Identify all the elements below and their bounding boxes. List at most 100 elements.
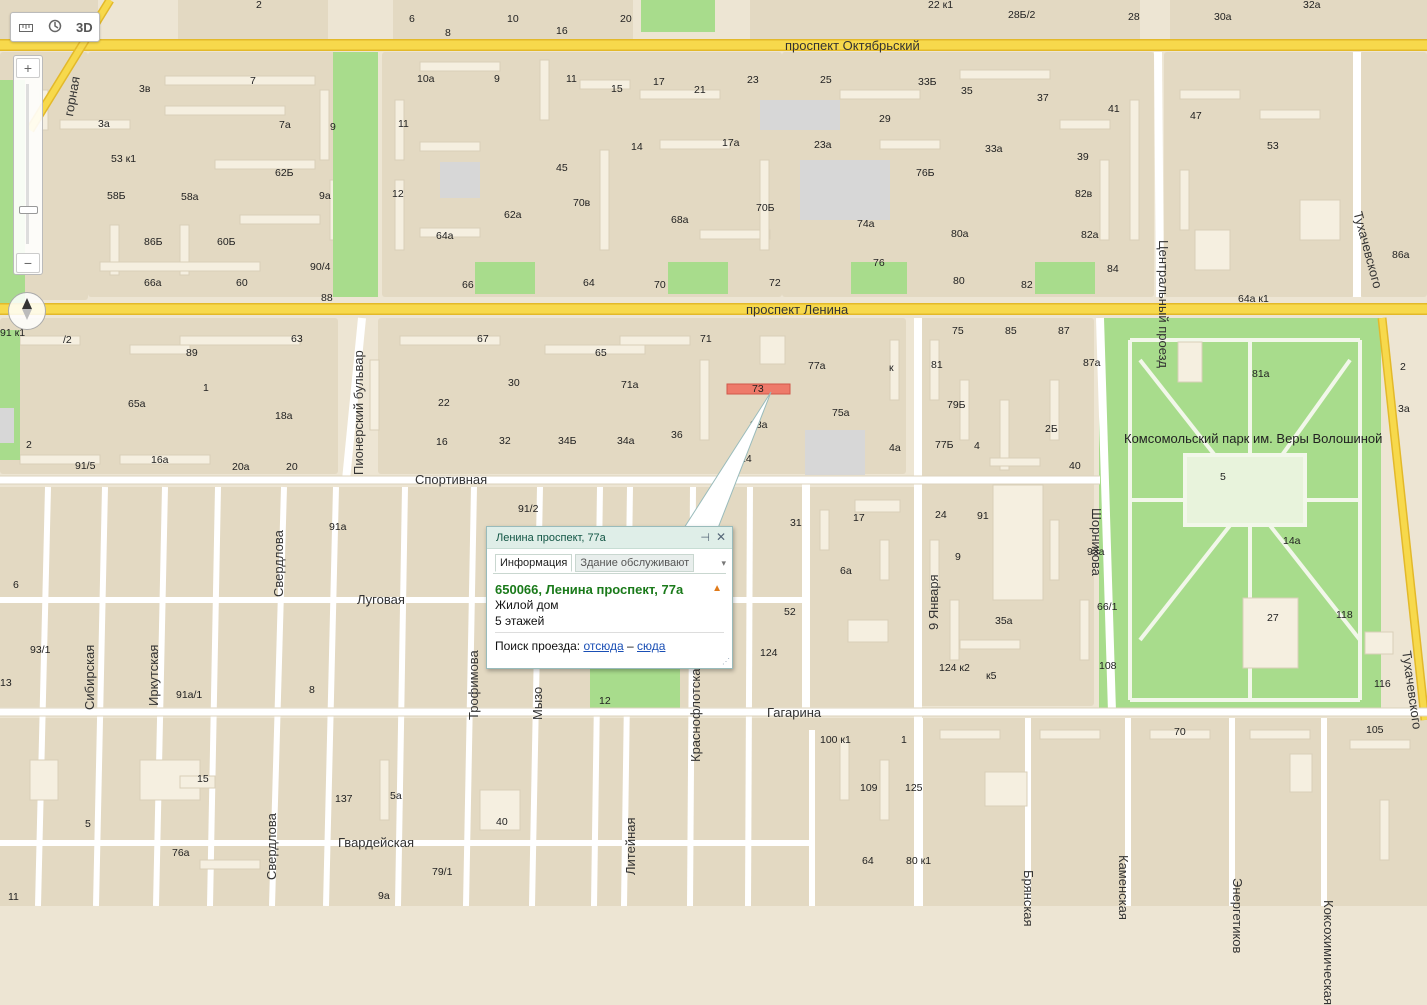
house-number: 45 — [556, 162, 568, 174]
traffic-icon — [48, 19, 62, 36]
house-number: 65а — [128, 398, 146, 410]
house-number: 71 — [700, 333, 712, 345]
house-number: 39 — [1077, 151, 1089, 163]
house-number: 13 — [0, 677, 12, 689]
house-number: 23 — [747, 74, 759, 86]
house-number: 12 — [392, 188, 404, 200]
house-number: /2 — [63, 334, 72, 346]
ruler-button[interactable] — [15, 16, 37, 38]
house-number: 1 — [901, 734, 907, 746]
street-label-lenina: проспект Ленина — [746, 302, 849, 317]
house-number: 74а — [857, 218, 875, 230]
house-number: 81а — [1252, 368, 1270, 380]
house-number: 75 — [952, 325, 964, 337]
house-number: 53 — [1267, 140, 1279, 152]
house-number: 31 — [790, 517, 802, 529]
building-floors: 5 этажей — [495, 614, 545, 628]
zoom-out-button[interactable]: − — [16, 253, 40, 273]
house-number: 33а — [985, 143, 1003, 155]
street-label-gvardeyskaya: Гвардейская — [338, 835, 415, 850]
route-to-link[interactable]: сюда — [637, 639, 665, 653]
house-number: 109 — [860, 782, 878, 794]
warning-icon[interactable]: ▲ — [712, 583, 722, 594]
house-number: 76Б — [916, 167, 935, 179]
compass-button[interactable] — [8, 292, 46, 330]
house-number: 23а — [814, 139, 832, 151]
zoom-track[interactable] — [26, 84, 29, 244]
house-number: 100 к1 — [820, 734, 851, 746]
house-number: 84 — [1107, 263, 1119, 275]
house-number: 64 — [862, 855, 874, 867]
house-number: 7а — [279, 119, 291, 131]
balloon-title: Ленина проспект, 77а — [496, 532, 606, 544]
house-number: 1 — [203, 382, 209, 394]
house-number: 66а — [144, 277, 162, 289]
park-label: Комсомольский парк им. Веры Волошиной — [1124, 431, 1383, 446]
house-number: 16а — [151, 454, 169, 466]
street-label-sverdlova_bottom: Свердлова — [264, 813, 279, 880]
house-number: 28Б/2 — [1008, 9, 1036, 21]
tab-service[interactable]: Здание обслуживают — [575, 554, 695, 572]
house-number: 58а — [181, 191, 199, 203]
resize-grip-icon[interactable]: ⋰ — [722, 657, 730, 666]
house-number: 4а — [889, 442, 901, 454]
house-number: 91/2 — [518, 503, 539, 515]
house-number: 5 — [85, 818, 91, 830]
house-number: 5 — [1220, 471, 1226, 483]
zoom-slider-handle[interactable] — [19, 206, 38, 214]
house-number: 20а — [232, 461, 250, 473]
zoom-in-button[interactable]: + — [16, 58, 40, 78]
building-type: Жилой дом — [495, 598, 559, 612]
view-3d-button[interactable]: 3D — [73, 16, 95, 38]
house-number: 5а — [390, 790, 402, 802]
house-number: 91/5 — [75, 460, 96, 472]
tab-info[interactable]: Информация — [495, 554, 573, 572]
house-number: 9 — [330, 121, 336, 133]
house-number: 3а — [98, 118, 110, 130]
map-canvas[interactable]: 2 6 8 10 16 20 22 к1 28Б/2 28 30а 32а 7 3в 3а 7а 9 10а 9 1… — [0, 0, 1427, 1005]
traffic-button[interactable] — [44, 16, 66, 38]
house-number: 27 — [1267, 612, 1279, 624]
house-number: 82в — [1075, 188, 1093, 200]
pin-icon[interactable]: ⊣ — [700, 531, 710, 544]
house-number: 71а — [621, 379, 639, 391]
map-base — [0, 0, 1427, 907]
tab-divider — [493, 573, 726, 574]
house-number: 91а — [329, 521, 347, 533]
chevron-down-icon[interactable]: ▾ — [721, 558, 726, 569]
house-number: 85 — [1005, 325, 1017, 337]
street-label-koksokhimicheskaya: Коксохимическая — [1321, 900, 1336, 1005]
house-number: 15 — [197, 773, 209, 785]
house-number: 29 — [879, 113, 891, 125]
house-number: 91 — [977, 510, 989, 522]
house-number: 16 — [556, 25, 568, 37]
route-from-link[interactable]: отсюда — [583, 639, 623, 653]
house-number: 4 — [974, 440, 980, 452]
house-number: 60Б — [217, 236, 236, 248]
house-number: 58Б — [107, 190, 126, 202]
house-number: 20 — [620, 13, 632, 25]
house-number: 64а к1 — [1238, 293, 1269, 305]
street-label-kamenskaya: Каменская — [1116, 855, 1131, 920]
house-number: 73 — [752, 383, 764, 395]
street-label-irkutskaya: Иркутская — [146, 644, 161, 706]
house-number: 16 — [436, 436, 448, 448]
house-number: 11 — [566, 73, 577, 85]
house-number: 72 — [769, 277, 781, 289]
house-number: 10 — [507, 13, 519, 25]
house-number: 124 к2 — [939, 662, 970, 674]
house-number: 17 — [853, 512, 865, 524]
close-icon[interactable]: ✕ — [716, 530, 726, 544]
house-number: 2 — [26, 439, 32, 451]
house-number: 40 — [496, 816, 508, 828]
house-number: 28 — [1128, 11, 1140, 23]
house-number: 77Б — [935, 439, 954, 451]
house-number: 30 — [508, 377, 520, 389]
house-number: 76 — [873, 257, 885, 269]
street-label-shornikova: Шорникова — [1089, 508, 1104, 576]
house-number: 24 — [935, 509, 947, 521]
house-number: 35 — [961, 85, 973, 97]
street-label-bryanskaya: Брянская — [1021, 870, 1036, 927]
info-balloon: Ленина проспект, 77а ⊣ ✕ Информация Здан… — [486, 526, 733, 669]
house-number: 9а — [378, 890, 390, 902]
